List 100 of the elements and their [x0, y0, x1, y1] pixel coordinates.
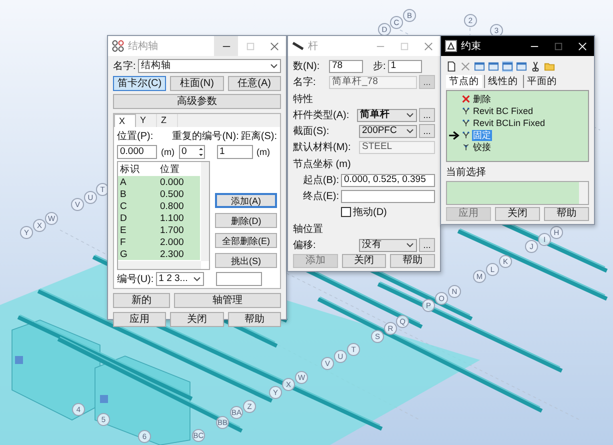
constraint-tab[interactable]: 线性的: [484, 75, 521, 88]
table-cell-text: 2.300: [159, 248, 185, 260]
delete-icon: [462, 95, 470, 103]
constraint-item[interactable]: 删除: [472, 94, 492, 104]
section-heading: 轴位置: [293, 222, 324, 236]
field-label: 偏移:: [293, 239, 317, 252]
unit-label: (m): [256, 147, 270, 157]
name-dropdown[interactable]: 结构轴: [138, 59, 281, 73]
maximize-icon: [400, 42, 408, 50]
action-button[interactable]: 删除(D): [215, 213, 277, 228]
layout-icon[interactable]: [474, 60, 485, 72]
unit-label: (m): [161, 147, 174, 157]
field-label: 截面(S):: [293, 124, 330, 138]
window-title: 约束: [461, 40, 482, 53]
column-header: 标识: [119, 162, 141, 176]
mode-button[interactable]: 笛卡尔(C): [113, 76, 166, 91]
close-icon: [424, 42, 432, 50]
count-field[interactable]: 78: [329, 60, 363, 72]
dialog-button[interactable]: 应用: [113, 312, 166, 327]
dialog-button[interactable]: 帮助: [228, 312, 281, 327]
field-label: 重复的编号(N):: [172, 130, 239, 143]
position-field[interactable]: 0.000: [117, 145, 157, 159]
bar-icon: [292, 40, 304, 52]
table-cell-text: 0.500: [159, 188, 185, 200]
end-field[interactable]: [341, 190, 435, 202]
start-field[interactable]: 0.000, 0.525, 0.395: [341, 174, 435, 186]
maximize-icon: [246, 42, 254, 50]
new-document-icon[interactable]: [446, 60, 457, 72]
advanced-button[interactable]: 高级参数: [113, 94, 281, 109]
field-label: 位置(P):: [117, 130, 154, 143]
table-cell-text: 2.000: [159, 236, 185, 248]
dialog-button[interactable]: 帮助: [390, 254, 436, 268]
field-label: 杆件类型(A):: [293, 108, 350, 122]
window-title: 杆: [308, 40, 319, 53]
table-cell-text: 0.000: [159, 176, 185, 188]
axis-tab[interactable]: X: [114, 114, 136, 127]
layout-icon[interactable]: [516, 60, 527, 72]
table-cell-text: C: [119, 200, 128, 212]
section-heading: 节点坐标 (m): [293, 158, 352, 171]
table-cell-text: F: [119, 236, 127, 248]
scrollbar[interactable]: [201, 162, 209, 261]
arrow-icon: [449, 130, 460, 140]
close-icon: [270, 42, 278, 50]
dialog-button[interactable]: 轴管理: [174, 293, 281, 308]
dialog-button[interactable]: 关闭: [170, 312, 224, 327]
support-icon: [462, 107, 470, 115]
field-label: 起点(B):: [302, 174, 339, 187]
browse-button[interactable]: ...: [419, 238, 435, 252]
constraint-item[interactable]: Revit BCLin Fixed: [472, 118, 546, 128]
layout-icon[interactable]: [502, 60, 513, 72]
browse-button[interactable]: ...: [419, 124, 435, 138]
browse-button[interactable]: ...: [419, 108, 435, 122]
dialog-button[interactable]: 关闭: [342, 254, 386, 268]
distance-field[interactable]: 1: [216, 145, 252, 159]
section-dropdown[interactable]: 200PFC: [359, 124, 417, 138]
grid-icon: [112, 40, 124, 52]
field-label: 默认材料(M):: [293, 140, 352, 154]
table-cell-text: E: [119, 224, 128, 236]
column-header: 位置: [159, 162, 181, 176]
table-cell-text: 1.100: [159, 212, 185, 224]
table-cell-text: A: [119, 176, 128, 188]
dialog-button[interactable]: 帮助: [544, 207, 589, 221]
action-button[interactable]: 挑出(S): [215, 253, 277, 268]
window-title: 结构轴: [128, 40, 159, 53]
offset-dropdown[interactable]: 没有: [359, 238, 417, 252]
step-field[interactable]: 1: [388, 60, 422, 72]
dialog-button[interactable]: 新的: [113, 293, 170, 308]
field-label: 数(N):: [293, 60, 321, 73]
mode-button[interactable]: 柱面(N): [170, 76, 224, 91]
action-button[interactable]: 全部删除(E): [215, 233, 277, 248]
constraint-tab[interactable]: 节点的: [446, 75, 482, 88]
chevron-icon: [406, 241, 414, 249]
chevron-icon: [270, 62, 278, 70]
mode-button[interactable]: 任意(A): [228, 76, 281, 91]
scrollbar[interactable]: [579, 182, 588, 204]
field-label: 名字:: [293, 76, 317, 89]
repeat-spinner[interactable]: 0: [178, 145, 204, 159]
layout-icon[interactable]: [488, 60, 499, 72]
spinner-arrows-icon: [198, 146, 204, 158]
member-type-dropdown[interactable]: 简单杆: [357, 108, 417, 122]
table-cell-text: D: [119, 212, 128, 224]
field-label: 编号(U):: [117, 272, 154, 286]
table-cell-text: 1.700: [159, 224, 185, 236]
field-label: 名字:: [113, 60, 136, 73]
dialog-button[interactable]: 关闭: [495, 207, 540, 221]
numbering-dropdown[interactable]: 1 2 3...: [156, 272, 204, 286]
axis-tab[interactable]: Y: [136, 114, 158, 127]
scrollbar[interactable]: [118, 261, 201, 269]
constraint-item[interactable]: Revit BC Fixed: [472, 106, 534, 116]
support-icon: [462, 131, 470, 139]
axis-tab[interactable]: Z: [157, 114, 178, 127]
section-heading: 特性: [293, 92, 314, 106]
checkbox-label: 拖动(D): [353, 206, 387, 219]
constraint-item[interactable]: 铰接: [472, 142, 492, 152]
constraint-tab[interactable]: 平面的: [523, 75, 560, 88]
checkbox[interactable]: [341, 207, 351, 217]
text-field[interactable]: [216, 272, 262, 286]
action-button[interactable]: 添加(A): [215, 193, 277, 208]
scissors-icon[interactable]: [530, 60, 541, 72]
field-label: 终点(E):: [302, 190, 339, 203]
